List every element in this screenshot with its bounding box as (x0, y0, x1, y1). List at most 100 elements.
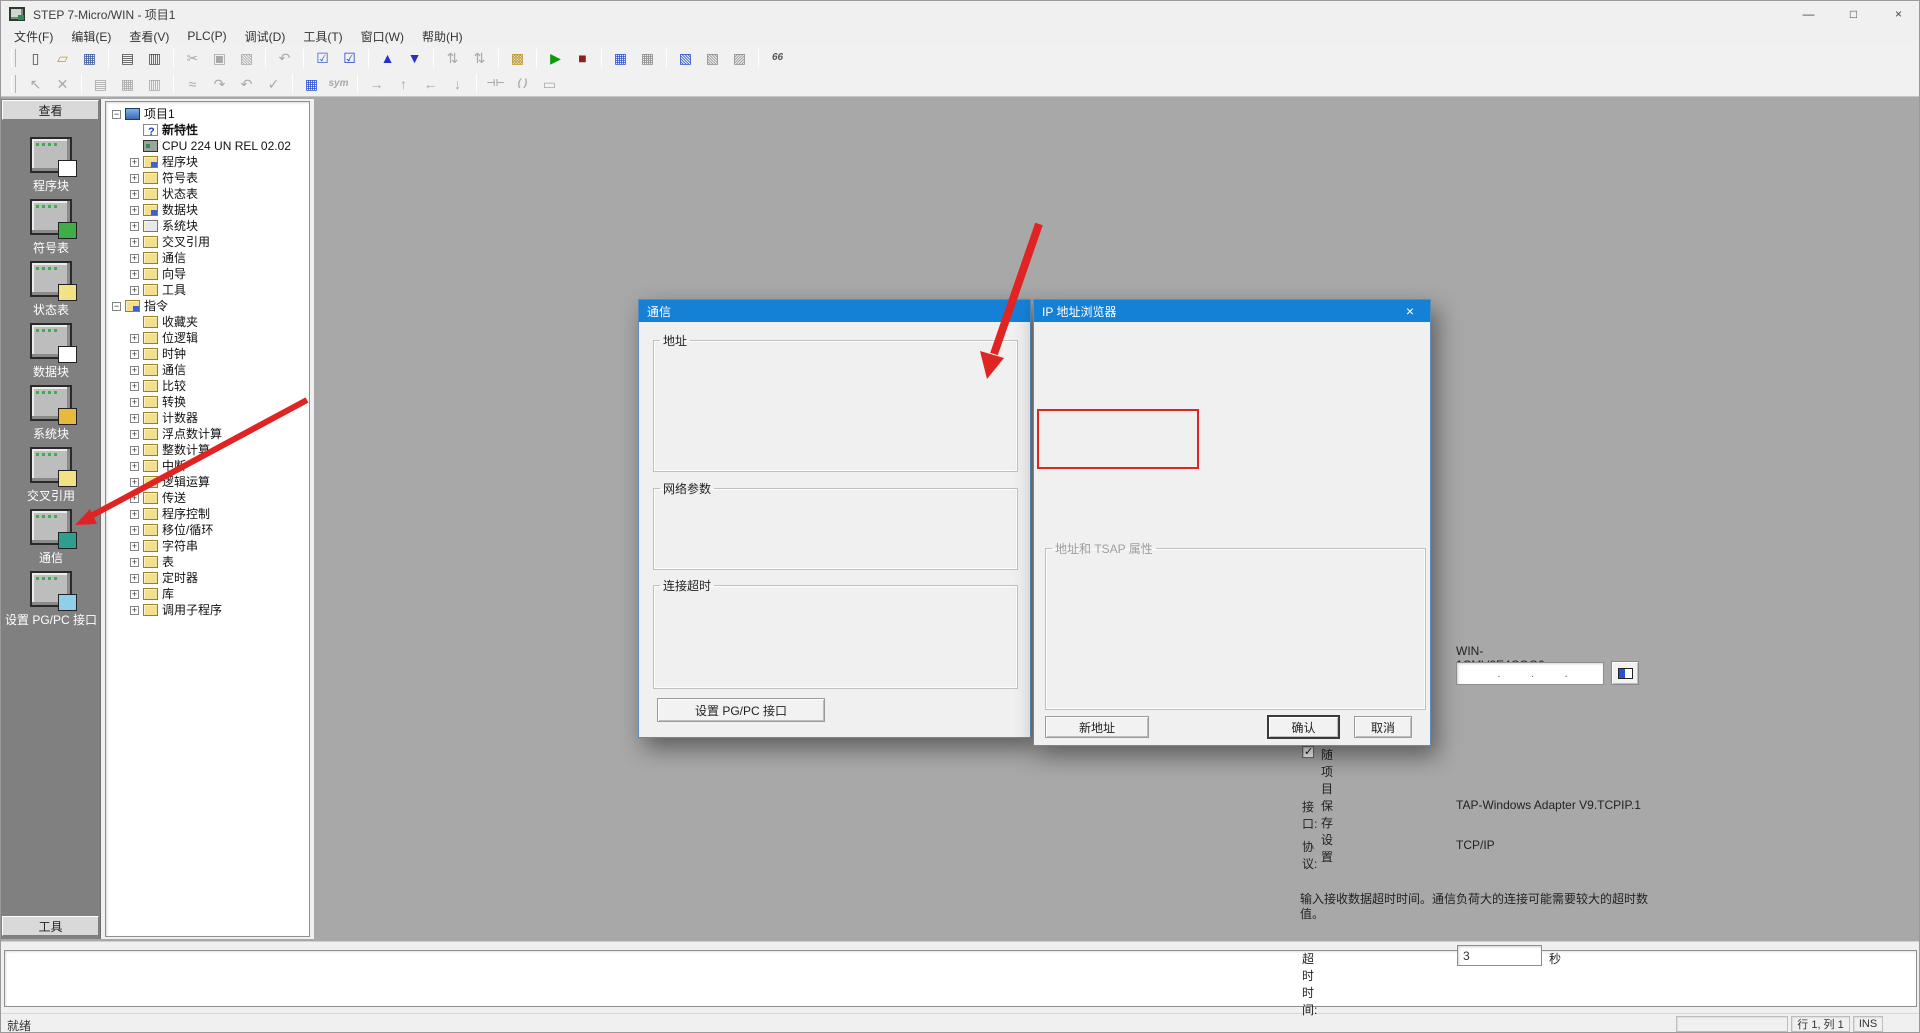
tree-item[interactable]: CPU 224 UN REL 02.02 (106, 138, 309, 154)
menu-item-5[interactable]: 工具(T) (294, 27, 351, 46)
sidebar-item-status-chart[interactable]: 状态表 (1, 261, 101, 317)
menu-item-3[interactable]: PLC(P) (178, 28, 235, 44)
new-file-button[interactable]: ▯ (23, 47, 48, 70)
expand-toggle[interactable]: + (130, 462, 139, 471)
tree-item[interactable]: +程序控制 (106, 506, 309, 522)
compile-all-button[interactable]: ☑ (337, 47, 362, 70)
download-button[interactable]: ▼ (402, 47, 427, 70)
expand-toggle[interactable]: − (112, 110, 121, 119)
tree-item[interactable]: +转换 (106, 394, 309, 410)
expand-toggle[interactable]: + (130, 398, 139, 407)
expand-toggle[interactable]: + (130, 254, 139, 263)
tree-item[interactable]: +逻辑运算 (106, 474, 309, 490)
expand-toggle[interactable]: + (130, 270, 139, 279)
tree-item[interactable]: −项目1 (106, 106, 309, 122)
expand-toggle[interactable]: + (130, 542, 139, 551)
menu-item-2[interactable]: 查看(V) (120, 27, 178, 46)
expand-toggle[interactable]: + (130, 174, 139, 183)
tree-item[interactable]: +字符串 (106, 538, 309, 554)
tree-item[interactable]: +移位/循环 (106, 522, 309, 538)
options-button[interactable]: ▩ (505, 47, 530, 70)
tree-item[interactable]: +中断 (106, 458, 309, 474)
maximize-button[interactable]: □ (1831, 1, 1876, 27)
tree-item[interactable]: +工具 (106, 282, 309, 298)
menu-item-4[interactable]: 调试(D) (236, 27, 295, 46)
chart-status-pause-button[interactable]: ▧ (700, 47, 725, 70)
expand-toggle[interactable]: + (130, 558, 139, 567)
expand-toggle[interactable]: + (130, 446, 139, 455)
tree-item[interactable]: +整数计算 (106, 442, 309, 458)
expand-toggle[interactable]: + (130, 222, 139, 231)
expand-toggle[interactable]: + (130, 190, 139, 199)
cancel-button[interactable]: 取消 (1354, 716, 1412, 738)
tree-item[interactable]: +程序块 (106, 154, 309, 170)
print-preview-button[interactable]: ▥ (142, 47, 167, 70)
sidebar-item-symbol-table[interactable]: 符号表 (1, 199, 101, 255)
remote-ip-input[interactable]: . . . (1456, 662, 1604, 685)
tree-item[interactable]: +传送 (106, 490, 309, 506)
ip-dialog-close-button[interactable]: × (1390, 300, 1430, 322)
expand-toggle[interactable]: + (130, 414, 139, 423)
tree-item[interactable]: +交叉引用 (106, 234, 309, 250)
sidebar-item-communications[interactable]: 通信 (1, 509, 101, 565)
expand-toggle[interactable]: + (130, 206, 139, 215)
menu-item-6[interactable]: 窗口(W) (352, 27, 413, 46)
sidebar-item-set-pgpc-interface[interactable]: 设置 PG/PC 接口 (1, 571, 101, 627)
expand-toggle[interactable]: + (130, 238, 139, 247)
compile-button[interactable]: ☑ (310, 47, 335, 70)
chart-status-button[interactable]: ▧ (673, 47, 698, 70)
expand-toggle[interactable]: + (130, 350, 139, 359)
stop-button[interactable]: ■ (570, 47, 595, 70)
tree-item[interactable]: +通信 (106, 250, 309, 266)
expand-toggle[interactable]: + (130, 590, 139, 599)
print-button[interactable]: ▤ (115, 47, 140, 70)
expand-toggle[interactable]: + (130, 430, 139, 439)
menu-item-0[interactable]: 文件(F) (5, 27, 62, 46)
expand-toggle[interactable]: + (130, 606, 139, 615)
expand-toggle[interactable]: + (130, 382, 139, 391)
new-address-button[interactable]: 新地址 (1045, 716, 1149, 738)
tree-item[interactable]: +表 (106, 554, 309, 570)
expand-toggle[interactable]: + (130, 510, 139, 519)
expand-toggle[interactable]: − (112, 302, 121, 311)
program-status-pause-button[interactable]: ▦ (635, 47, 660, 70)
expand-toggle[interactable]: + (130, 158, 139, 167)
tree-item[interactable]: +定时器 (106, 570, 309, 586)
confirm-button[interactable]: 确认 (1267, 715, 1340, 739)
communications-dialog-titlebar[interactable]: 通信 (639, 300, 1030, 322)
bookmark-glasses-button[interactable]: 66 (765, 47, 790, 70)
tree-item[interactable]: +位逻辑 (106, 330, 309, 346)
chart-single-read-button[interactable]: ▨ (727, 47, 752, 70)
tools-bar-header[interactable]: 工具 (2, 916, 99, 936)
program-status-button[interactable]: ▦ (608, 47, 633, 70)
expand-toggle[interactable]: + (130, 494, 139, 503)
close-button[interactable]: × (1876, 1, 1920, 27)
save-with-project-checkbox[interactable] (1302, 746, 1314, 758)
symbol-table-toggle-button[interactable]: ▦ (299, 72, 324, 95)
expand-toggle[interactable]: + (130, 526, 139, 535)
sidebar-item-cross-reference[interactable]: 交叉引用 (1, 447, 101, 503)
tree-item[interactable]: +状态表 (106, 186, 309, 202)
tree-item[interactable]: +符号表 (106, 170, 309, 186)
browse-ip-button[interactable] (1611, 661, 1639, 685)
menu-item-7[interactable]: 帮助(H) (413, 27, 472, 46)
open-folder-button[interactable]: ▱ (50, 47, 75, 70)
view-bar-header[interactable]: 查看 (2, 100, 99, 120)
tree-item[interactable]: +计数器 (106, 410, 309, 426)
sidebar-item-data-block[interactable]: 数据块 (1, 323, 101, 379)
timeout-input[interactable]: 3 (1457, 945, 1542, 966)
upload-button[interactable]: ▲ (375, 47, 400, 70)
expand-toggle[interactable]: + (130, 334, 139, 343)
tree-item[interactable]: +调用子程序 (106, 602, 309, 618)
tree-item[interactable]: +比较 (106, 378, 309, 394)
tree-item[interactable]: +时钟 (106, 346, 309, 362)
run-button[interactable]: ▶ (543, 47, 568, 70)
tree-item[interactable]: +浮点数计算 (106, 426, 309, 442)
expand-toggle[interactable]: + (130, 478, 139, 487)
minimize-button[interactable]: — (1786, 1, 1831, 27)
ip-dialog-titlebar[interactable]: IP 地址浏览器 (1034, 300, 1430, 322)
expand-toggle[interactable]: + (130, 286, 139, 295)
expand-toggle[interactable]: + (130, 366, 139, 375)
tree-item[interactable]: +库 (106, 586, 309, 602)
expand-toggle[interactable]: + (130, 574, 139, 583)
